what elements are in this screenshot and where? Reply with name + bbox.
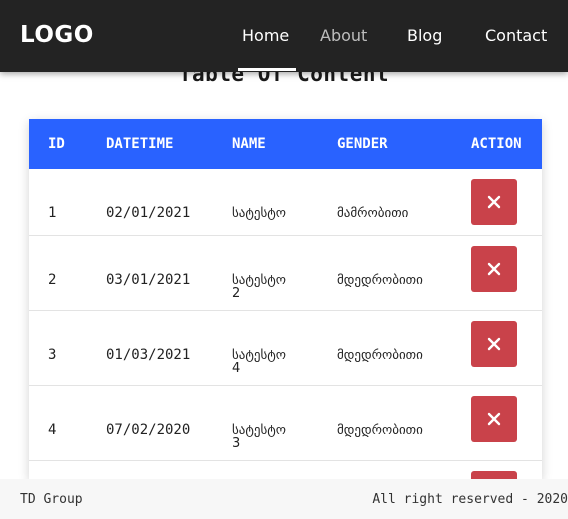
footer-copyright: All right reserved - 2020 xyxy=(372,492,568,507)
cell-datetime: 02/01/2021 xyxy=(106,205,191,221)
table-row xyxy=(29,461,542,479)
delete-button[interactable] xyxy=(471,321,517,367)
table-row: 4 07/02/2020 სატესტო 3 მდედრობითი xyxy=(29,386,542,461)
cell-id: 4 xyxy=(48,422,57,438)
delete-button[interactable] xyxy=(471,396,517,442)
active-nav-indicator xyxy=(238,68,296,71)
table-header: ID DATETIME NAME GENDER ACTION xyxy=(29,119,542,169)
delete-button[interactable] xyxy=(471,471,517,479)
close-icon xyxy=(487,195,501,209)
nav-link-blog[interactable]: Blog xyxy=(407,26,442,45)
column-header-name: NAME xyxy=(232,136,266,152)
cell-name: სატესტო 4 xyxy=(232,349,286,375)
column-header-datetime: DATETIME xyxy=(106,136,174,152)
cell-name: სატესტო xyxy=(232,207,286,220)
close-icon xyxy=(487,412,501,426)
close-icon xyxy=(487,337,501,351)
close-icon xyxy=(487,262,501,276)
column-header-action: ACTION xyxy=(471,136,522,152)
delete-button[interactable] xyxy=(471,179,517,225)
cell-gender: მდედრობითი xyxy=(337,348,423,363)
cell-name-line2: 2 xyxy=(232,286,241,301)
column-header-id: ID xyxy=(48,136,65,152)
cell-datetime: 01/03/2021 xyxy=(106,347,191,363)
cell-id: 1 xyxy=(48,205,57,221)
cell-name: სატესტო 2 xyxy=(232,274,286,300)
cell-name-line2: 3 xyxy=(232,436,241,451)
cell-name: სატესტო 3 xyxy=(232,424,286,450)
table-row: 1 02/01/2021 სატესტო მამრობითი xyxy=(29,169,542,236)
delete-button[interactable] xyxy=(471,246,517,292)
cell-name-line2: 4 xyxy=(232,361,241,376)
cell-gender: მამრობითი xyxy=(337,206,409,221)
cell-name-line1: სატესტო xyxy=(232,348,287,363)
table-row: 2 03/01/2021 სატესტო 2 მდედრობითი xyxy=(29,236,542,311)
cell-id: 2 xyxy=(48,272,57,288)
table-row: 3 01/03/2021 სატესტო 4 მდედრობითი xyxy=(29,311,542,386)
cell-gender: მდედრობითი xyxy=(337,423,423,438)
navbar: LOGO Home About Blog Contact xyxy=(0,0,568,72)
nav-link-home[interactable]: Home xyxy=(242,26,289,45)
cell-name-line1: სატესტო xyxy=(232,206,287,221)
logo[interactable]: LOGO xyxy=(20,22,94,48)
cell-gender: მდედრობითი xyxy=(337,273,423,288)
content-table: ID DATETIME NAME GENDER ACTION 1 02/01/2… xyxy=(29,119,542,479)
cell-name-line1: სატესტო xyxy=(232,273,287,288)
nav-link-about[interactable]: About xyxy=(320,26,367,45)
footer: TD Group All right reserved - 2020 xyxy=(0,479,568,519)
cell-name-line1: სატესტო xyxy=(232,423,287,438)
nav-link-contact[interactable]: Contact xyxy=(485,26,547,45)
cell-datetime: 03/01/2021 xyxy=(106,272,191,288)
column-header-gender: GENDER xyxy=(337,136,388,152)
cell-id: 3 xyxy=(48,347,57,363)
cell-datetime: 07/02/2020 xyxy=(106,422,191,438)
footer-company: TD Group xyxy=(20,492,83,507)
